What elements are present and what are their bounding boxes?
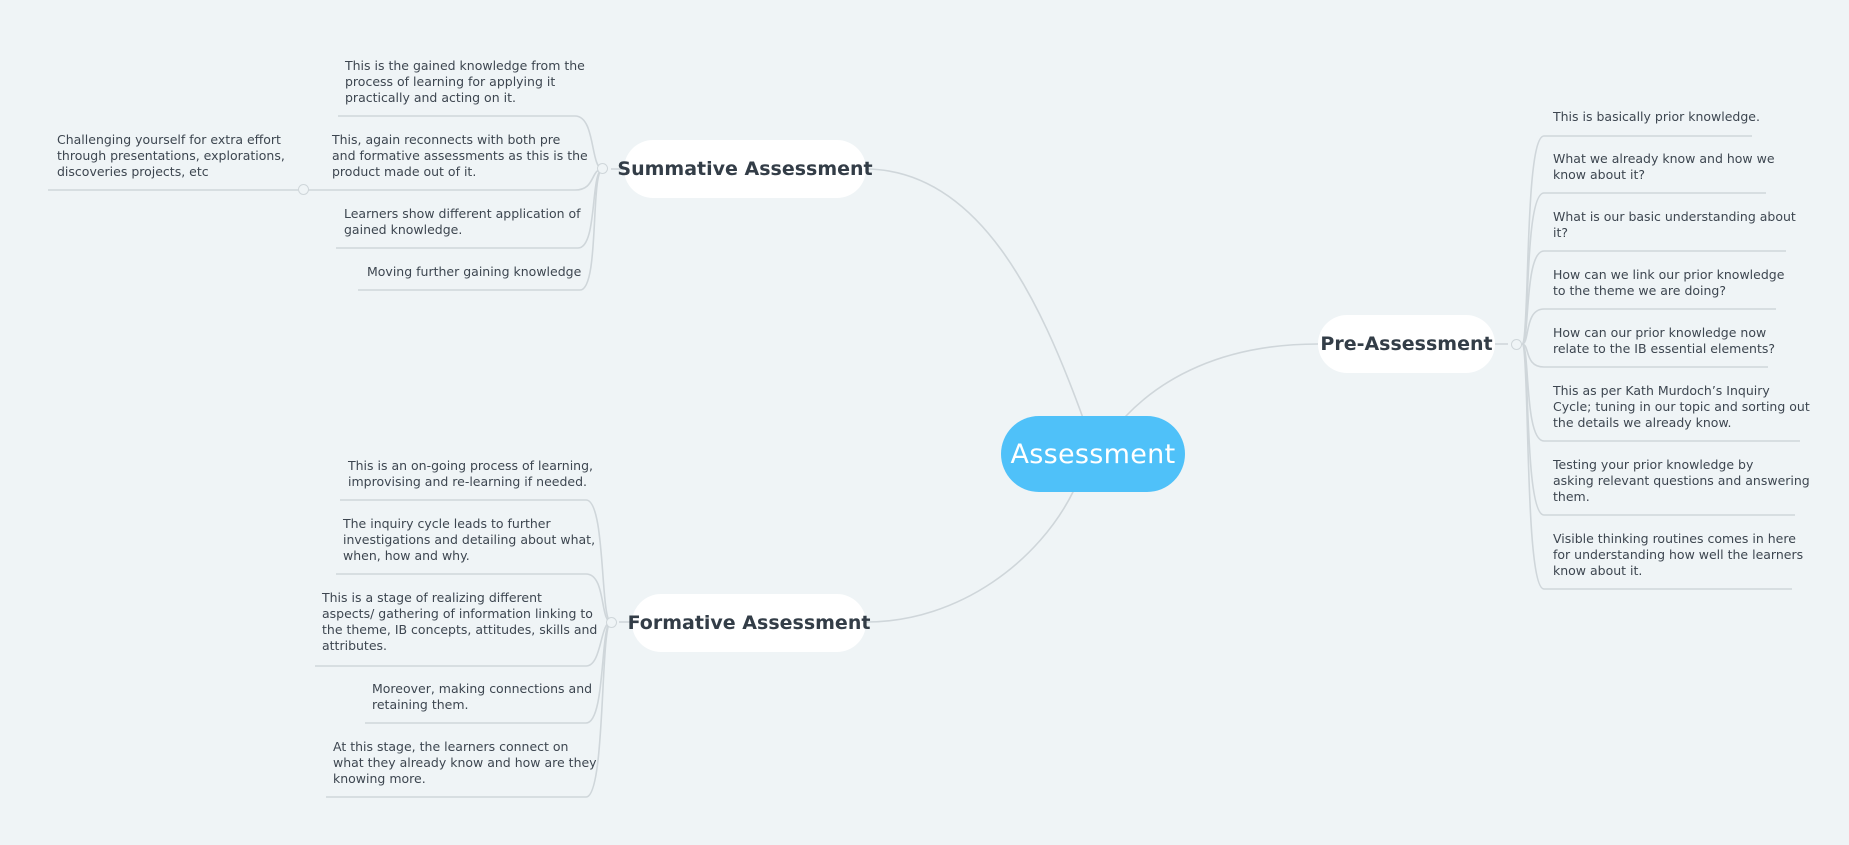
summative-subtopic-3[interactable]: Learners show different application of g…: [344, 206, 581, 238]
topic-summative-assessment[interactable]: Summative Assessment: [617, 140, 873, 198]
formative-subtopic-5[interactable]: At this stage, the learners connect on w…: [333, 739, 597, 787]
central-topic-label: Assessment: [1010, 438, 1176, 470]
pre-subtopic-1[interactable]: This is basically prior knowledge.: [1553, 109, 1760, 125]
mind-map-canvas: Assessment Summative Assessment Formativ…: [0, 0, 1849, 845]
summative-subtopic-4[interactable]: Moving further gaining knowledge: [367, 264, 581, 280]
formative-subtopic-1[interactable]: This is an on-going process of learning,…: [348, 458, 593, 490]
pre-subtopic-7[interactable]: Testing your prior knowledge by asking r…: [1553, 457, 1810, 505]
formative-collapse-dot[interactable]: [606, 617, 617, 628]
connector-root-pre: [1124, 343, 1319, 418]
summative-sub-subtopic[interactable]: Challenging yourself for extra effort th…: [57, 132, 285, 180]
summative-collapse-dot[interactable]: [597, 163, 608, 174]
topic-formative-assessment[interactable]: Formative Assessment: [628, 594, 870, 652]
formative-subtopic-2[interactable]: The inquiry cycle leads to further inves…: [343, 516, 595, 564]
pre-subtopic-6[interactable]: This as per Kath Murdoch’s Inquiry Cycle…: [1553, 383, 1810, 431]
central-topic[interactable]: Assessment: [1001, 416, 1185, 492]
formative-subtopic-3[interactable]: This is a stage of realizing different a…: [322, 590, 597, 654]
pre-subtopic-3[interactable]: What is our basic understanding about it…: [1553, 209, 1796, 241]
formative-subtopic-4[interactable]: Moreover, making connections and retaini…: [372, 681, 592, 713]
topic-formative-label: Formative Assessment: [627, 612, 871, 634]
pre-subtopic-8[interactable]: Visible thinking routines comes in here …: [1553, 531, 1803, 579]
topic-summative-label: Summative Assessment: [617, 158, 873, 180]
topic-pre-label: Pre-Assessment: [1320, 333, 1493, 355]
topic-pre-assessment[interactable]: Pre-Assessment: [1318, 315, 1495, 373]
summative-subtopic-2[interactable]: This, again reconnects with both pre and…: [332, 132, 588, 180]
pre-subtopic-5[interactable]: How can our prior knowledge now relate t…: [1553, 325, 1775, 357]
connector-root-formative: [865, 489, 1075, 623]
pre-collapse-dot[interactable]: [1511, 339, 1522, 350]
connector-root-summative: [865, 168, 1084, 419]
summative-subtopic-1[interactable]: This is the gained knowledge from the pr…: [345, 58, 585, 106]
pre-subtopic-4[interactable]: How can we link our prior knowledge to t…: [1553, 267, 1784, 299]
pre-subtopic-2[interactable]: What we already know and how we know abo…: [1553, 151, 1775, 183]
summative-sub-collapse-dot[interactable]: [298, 184, 309, 195]
